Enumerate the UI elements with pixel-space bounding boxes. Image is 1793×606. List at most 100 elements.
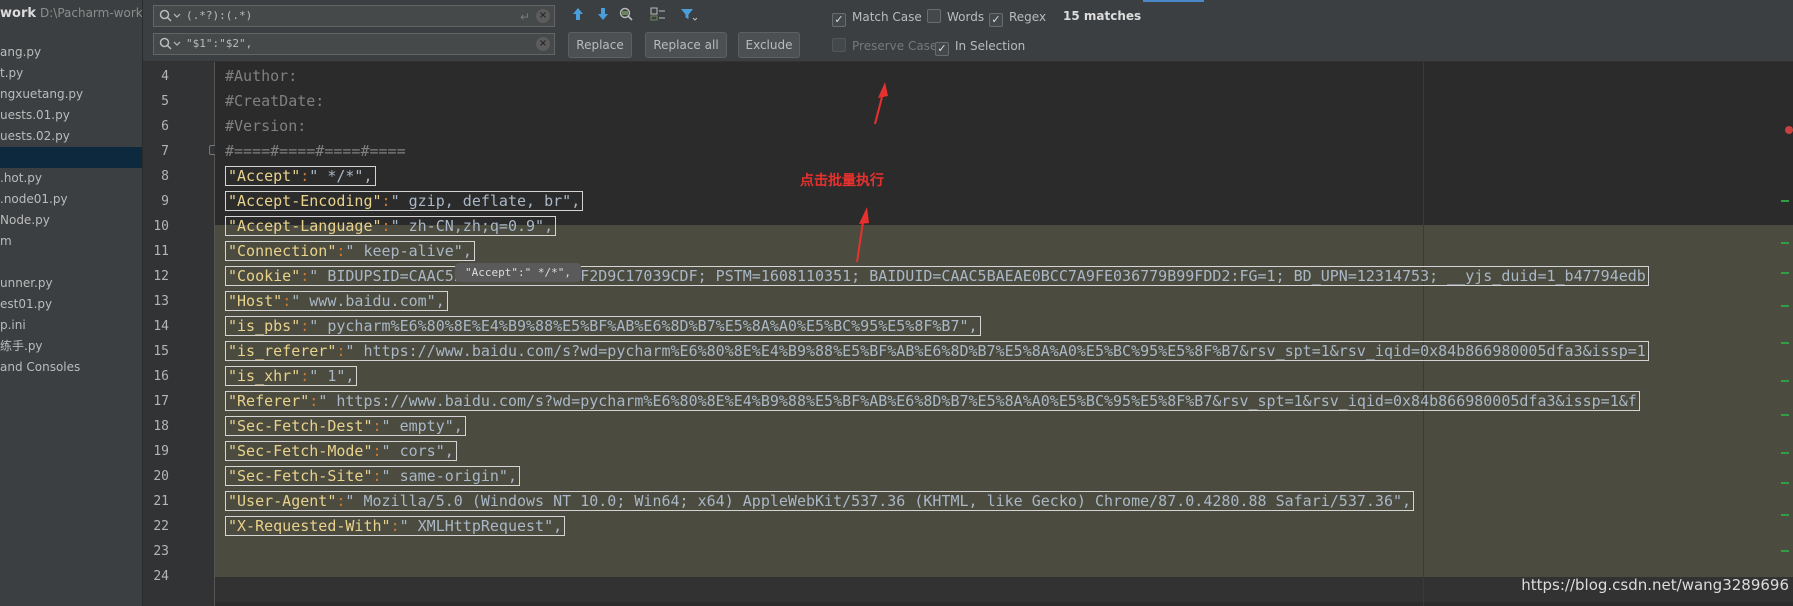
replace-input[interactable]: "$1":"$2", ×	[153, 33, 555, 55]
code-token-tail: ,	[1402, 492, 1412, 510]
replace-button[interactable]: Replace	[568, 32, 632, 58]
scroll-marker[interactable]	[1781, 272, 1789, 274]
replace-search-icon[interactable]	[159, 37, 181, 51]
replace-value: "$1":"$2",	[186, 37, 253, 50]
code-token-tail: ,	[968, 317, 978, 335]
replace-all-button[interactable]: Replace all	[645, 32, 727, 58]
line-number: 19	[153, 444, 169, 459]
multi-select-icon[interactable]	[648, 6, 668, 24]
project-tree-item[interactable]	[0, 252, 142, 273]
project-tree-item[interactable]: 练手.py	[0, 336, 142, 357]
comment-line: #====#====#====#====	[225, 142, 406, 160]
match-case-check-icon[interactable]: ✓	[832, 13, 846, 27]
regex-match-highlight: "Cookie":" BIDUPSID=CAAC5BAEAE0BCC7A044F…	[225, 266, 1649, 286]
line-number: 14	[153, 319, 169, 334]
project-tree-item[interactable]: t.py	[0, 63, 142, 84]
regex-match-highlight: "Referer":" https://www.baidu.com/s?wd=p…	[225, 391, 1640, 411]
code-token-sep: :	[372, 442, 382, 460]
project-tree-item[interactable]: .node01.py	[0, 189, 142, 210]
regex-checkbox[interactable]: ✓ Regex	[989, 9, 1046, 27]
code-token-value: " Mozilla/5.0 (Windows NT 10.0; Win64; x…	[345, 492, 1403, 510]
code-token-tail: ,	[544, 217, 554, 235]
code-token-value: " */*"	[309, 167, 364, 185]
code-token-key: "Sec-Fetch-Mode"	[228, 442, 373, 460]
search-input[interactable]: (.*?):(.*) ↵ ×	[153, 5, 555, 27]
scroll-marker[interactable]	[1781, 200, 1789, 202]
line-number-gutter: 4 5 6 7 8 9 10 11 12 13 14 15 16 17 18 19 20 21 22 23 24	[143, 62, 219, 606]
line-number: 20	[153, 469, 169, 484]
code-token-tail: ,	[444, 442, 454, 460]
line-number: 13	[153, 294, 169, 309]
scroll-marker[interactable]	[1781, 550, 1789, 552]
search-icon[interactable]	[159, 9, 181, 23]
line-number: 5	[161, 94, 169, 109]
regex-match-highlight: "Host":" www.baidu.com",	[225, 291, 448, 311]
preserve-case-label: Preserve Case	[852, 39, 938, 53]
code-token-sep: :	[282, 292, 292, 310]
code-token-key: "is_referer"	[228, 342, 337, 360]
line-number: 7	[161, 144, 169, 159]
scroll-marker[interactable]	[1781, 514, 1789, 516]
project-tree-item[interactable]: and Consoles	[0, 357, 142, 378]
code-token-sep: :	[300, 317, 310, 335]
scroll-marker[interactable]	[1781, 342, 1789, 344]
project-tree-item[interactable]: uests.01.py	[0, 105, 142, 126]
regex-match-highlight: "Accept-Encoding":" gzip, deflate, br",	[225, 191, 584, 211]
preserve-case-check-icon[interactable]	[832, 38, 846, 52]
code-line: "Accept":" */*",	[225, 164, 376, 189]
filter-icon[interactable]	[678, 6, 698, 24]
code-token-value: " gzip, deflate, br"	[390, 192, 572, 210]
comment-line: #Author:	[225, 67, 298, 85]
project-tree-item[interactable]: ngxuetang.py	[0, 84, 142, 105]
project-tree-item[interactable]: est01.py	[0, 294, 142, 315]
match-tooltip: "Accept":" */*",	[455, 263, 581, 282]
project-tree-item[interactable]: uests.02.py	[0, 126, 142, 147]
line-number: 17	[153, 394, 169, 409]
in-selection-check-icon[interactable]: ✓	[935, 42, 949, 56]
line-number: 11	[153, 244, 169, 259]
code-token-tail: ,	[363, 167, 373, 185]
clear-icon[interactable]: ×	[536, 9, 550, 23]
code-line: "Host":" www.baidu.com",	[225, 289, 448, 314]
project-tree-item[interactable]: Node.py	[0, 210, 142, 231]
code-token-value: " same-origin"	[381, 467, 508, 485]
project-tree-item[interactable]: p.ini	[0, 315, 142, 336]
scroll-marker[interactable]	[1781, 482, 1789, 484]
error-marker-icon[interactable]	[1785, 126, 1793, 134]
arrow-down-icon[interactable]	[593, 6, 613, 24]
project-name: work	[0, 6, 36, 21]
code-token-key: "is_xhr"	[228, 367, 301, 385]
line-number: 24	[153, 569, 169, 584]
match-case-checkbox[interactable]: ✓ Match Case	[832, 9, 922, 27]
words-check-icon[interactable]	[927, 9, 941, 23]
code-token-sep: :	[309, 392, 319, 410]
code-token-value: " 1"	[309, 367, 346, 385]
project-tree-item[interactable]: ang.py	[0, 42, 142, 63]
clear-icon[interactable]: ×	[536, 37, 550, 51]
arrow-up-icon[interactable]	[568, 6, 588, 24]
project-tree-item[interactable]: .hot.py	[0, 168, 142, 189]
code-token-key: "Host"	[228, 292, 283, 310]
preserve-case-checkbox[interactable]: Preserve Case	[832, 38, 937, 54]
project-tree-item[interactable]: m	[0, 231, 142, 252]
scroll-marker[interactable]	[1781, 452, 1789, 454]
code-editor[interactable]: #Author: #CreatDate: #Version: #====#====#=…	[215, 62, 1793, 606]
scroll-marker[interactable]	[1781, 414, 1789, 416]
words-checkbox[interactable]: Words	[927, 9, 984, 25]
code-line: "Accept-Encoding":" gzip, deflate, br",	[225, 189, 584, 214]
project-tree-item[interactable]	[0, 147, 142, 168]
active-tab-accent	[1143, 0, 1204, 2]
find-in-selection-icon[interactable]	[617, 6, 637, 24]
regex-check-icon[interactable]: ✓	[989, 13, 1003, 27]
scroll-marker[interactable]	[1781, 305, 1789, 307]
in-selection-checkbox[interactable]: ✓ In Selection	[935, 38, 1026, 56]
exclude-button[interactable]: Exclude	[738, 32, 800, 58]
project-header[interactable]: work D:\Pacharm-work	[0, 6, 142, 21]
code-token-key: "Cookie"	[228, 267, 301, 285]
project-tree-item[interactable]: unner.py	[0, 273, 142, 294]
code-token-value: " zh-CN,zh;q=0.9"	[390, 217, 545, 235]
in-selection-label: In Selection	[955, 39, 1026, 53]
scroll-marker[interactable]	[1781, 242, 1789, 244]
code-token-tail: ,	[553, 517, 563, 535]
scroll-marker[interactable]	[1781, 380, 1789, 382]
